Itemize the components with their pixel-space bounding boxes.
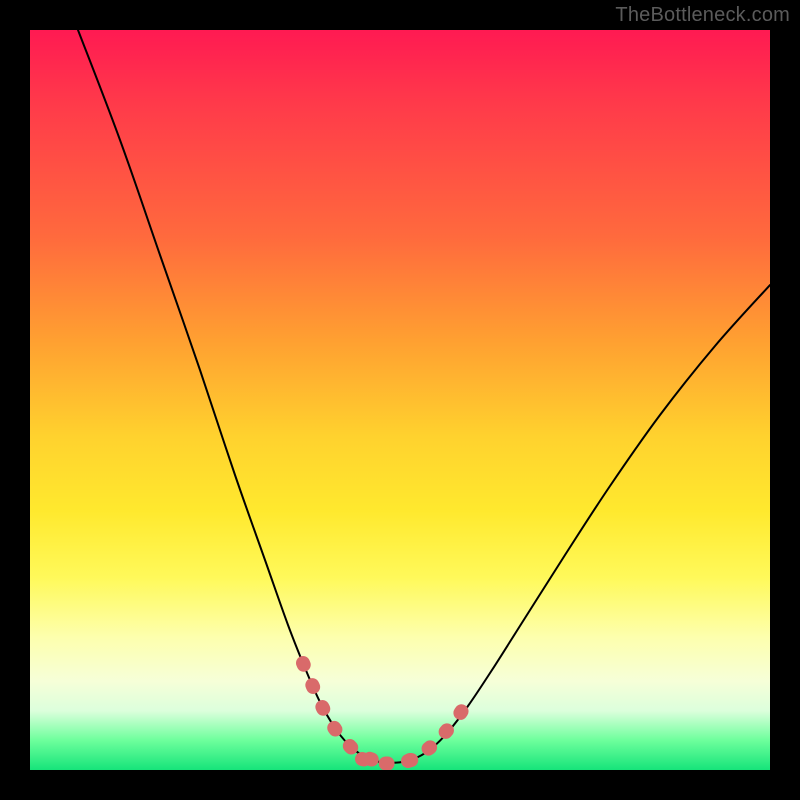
- series-valley-marker-right: [408, 702, 468, 761]
- series-right-curve: [385, 285, 770, 763]
- series-left-curve: [78, 30, 385, 763]
- curve-layer: [30, 30, 770, 770]
- series-group: [78, 30, 770, 764]
- plot-area: [30, 30, 770, 770]
- chart-frame: TheBottleneck.com: [0, 0, 800, 800]
- series-valley-marker-left: [303, 663, 373, 760]
- watermark-text: TheBottleneck.com: [615, 4, 790, 27]
